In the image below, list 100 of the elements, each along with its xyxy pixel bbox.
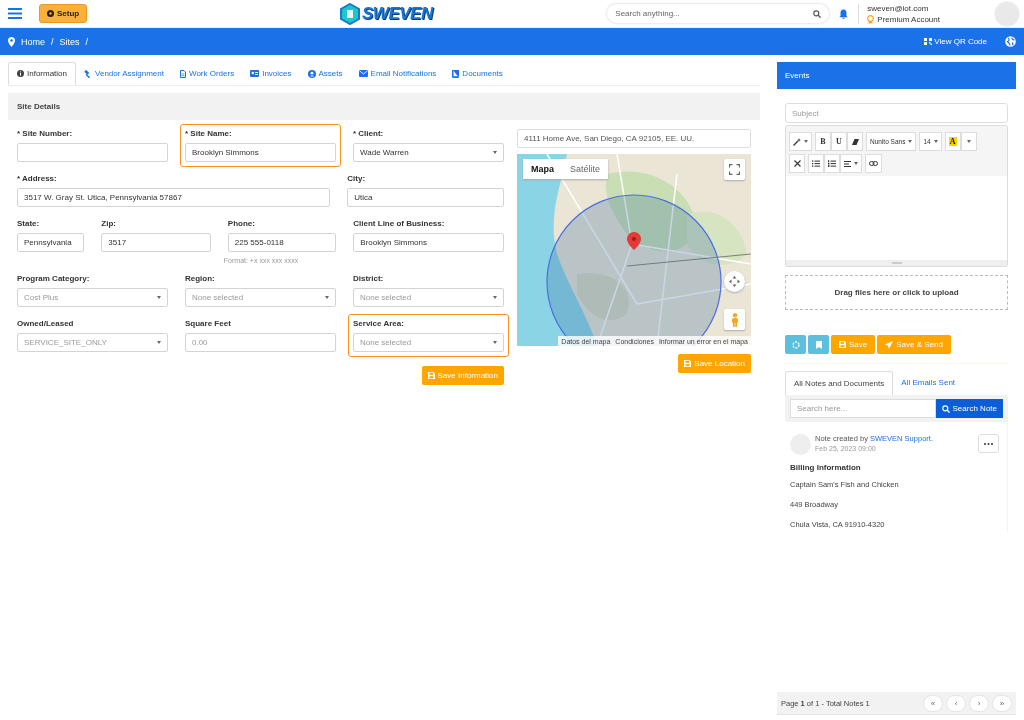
list-icon <box>812 160 820 167</box>
tab[interactable]: Documents <box>444 62 511 85</box>
breadcrumb-separator: / <box>51 36 54 47</box>
send-icon <box>885 340 894 349</box>
caret-icon <box>804 140 808 143</box>
eraser-button[interactable] <box>847 132 863 151</box>
qr-code-icon <box>924 38 933 45</box>
search-icon <box>813 9 822 18</box>
caret-icon <box>854 162 858 165</box>
address-field[interactable]: 4111 Home Ave, San Diego, CA 92105, EE. UU. <box>517 129 751 148</box>
caret-icon <box>493 296 497 299</box>
field-label: City: <box>347 174 367 183</box>
ellipsis-icon <box>984 442 993 445</box>
notifications-button[interactable] <box>839 8 849 19</box>
tab[interactable]: Email Notifications <box>350 62 445 85</box>
breadcrumb-link[interactable]: Home <box>21 36 45 47</box>
file-dropzone[interactable]: Drag files here or click to upload <box>785 275 1008 310</box>
bulleted-list-button[interactable] <box>808 154 824 173</box>
align-icon <box>844 160 851 167</box>
field-label: District: <box>353 274 385 283</box>
input-field[interactable]: 3517 <box>101 233 211 252</box>
search-note-button[interactable]: Search Note <box>935 399 1003 418</box>
breadcrumb-link[interactable]: Sites <box>59 36 80 47</box>
caret-icon <box>933 140 938 143</box>
input-field[interactable]: Brooklyn Simmons <box>353 233 504 252</box>
envelope-icon <box>358 70 368 77</box>
field-label: Service Area: <box>353 319 405 328</box>
map-type-button[interactable]: Mapa <box>523 159 562 179</box>
tab[interactable]: Assets <box>299 62 351 85</box>
field-label: * Address: <box>17 174 58 183</box>
field-label: State: <box>17 219 41 228</box>
caret-icon <box>493 341 497 344</box>
input-field[interactable]: 225 555-0118 <box>227 233 337 252</box>
select-field[interactable]: Wade Warren <box>353 143 504 162</box>
page-button[interactable]: › <box>969 694 989 712</box>
qr-code-link[interactable]: View QR Code <box>924 37 987 46</box>
location-pin-icon <box>8 36 15 47</box>
input-field[interactable]: 3517 W. Gray St. Utica, Pennsylvania 57867 <box>17 188 331 207</box>
magic-wand-icon <box>793 137 801 146</box>
note-title: Billing Information <box>790 463 862 472</box>
field-label: * Client: <box>353 129 385 138</box>
caret-icon <box>157 341 161 344</box>
move-icon <box>729 276 740 287</box>
underline-button[interactable]: U <box>831 132 847 151</box>
logo-text: SWEVEN <box>362 3 433 24</box>
user-circle-icon <box>307 69 316 78</box>
fullscreen-icon <box>729 164 740 175</box>
numbered-list-button[interactable] <box>824 154 840 173</box>
resize-handle[interactable] <box>891 262 902 264</box>
search-icon <box>941 404 950 413</box>
panel-header: Events <box>777 62 1016 89</box>
tab[interactable]: All Emails Sent <box>893 371 964 395</box>
bookmark-icon <box>815 340 822 349</box>
caret-icon <box>908 140 913 143</box>
person-icon <box>730 312 739 327</box>
medal-icon <box>867 14 875 24</box>
field-label: Phone: <box>227 219 256 228</box>
field-label: Zip: <box>101 219 117 228</box>
field-label: Program Category: <box>17 274 91 283</box>
caret-icon <box>325 296 329 299</box>
field-label: Region: <box>185 274 216 283</box>
input-field[interactable]: Brooklyn Simmons <box>185 143 336 162</box>
numbered-list-icon <box>828 160 836 167</box>
align-dropdown[interactable] <box>840 154 862 173</box>
map-type-button[interactable]: Satélite <box>562 159 609 179</box>
globe-icon <box>1005 36 1016 47</box>
input-field[interactable]: Pennsylvania <box>17 233 85 252</box>
hexagon-icon <box>340 2 360 25</box>
language-button[interactable] <box>1005 36 1016 47</box>
search-field[interactable]: Search anything... <box>607 4 830 23</box>
style-button[interactable] <box>789 132 812 151</box>
menu-button[interactable] <box>8 8 22 19</box>
id-card-icon <box>250 70 260 77</box>
bell-icon <box>839 8 849 19</box>
eraser-icon <box>851 138 859 145</box>
text-color-button[interactable]: A <box>944 132 961 151</box>
section-header: Site Details <box>8 93 760 120</box>
tab[interactable]: Invoices <box>242 62 300 85</box>
info-icon <box>17 70 24 77</box>
field-label: * Site Name: <box>185 129 233 138</box>
field-label: * Site Number: <box>17 129 74 138</box>
breadcrumb-separator: / <box>85 36 89 47</box>
caret-icon <box>157 296 161 299</box>
floppy-icon <box>684 360 692 367</box>
link-icon <box>869 161 878 166</box>
caret-icon <box>966 140 971 143</box>
page-button[interactable]: « <box>923 694 943 712</box>
setup-button[interactable]: Setup <box>39 4 88 23</box>
page-button[interactable]: ‹ <box>946 694 966 712</box>
tab[interactable]: Information <box>8 62 77 85</box>
tab[interactable]: Work Orders <box>171 62 243 85</box>
bold-button[interactable]: B <box>815 132 831 151</box>
document-icon <box>179 69 186 78</box>
link-button[interactable] <box>865 154 882 173</box>
page-button[interactable]: » <box>992 694 1012 712</box>
input-field[interactable] <box>17 143 168 162</box>
field-label: Owned/Leased <box>17 319 75 328</box>
more-options-button[interactable] <box>978 434 999 453</box>
input-field[interactable]: Utica <box>347 188 504 207</box>
tab[interactable]: Vendor Assignment <box>76 62 172 85</box>
